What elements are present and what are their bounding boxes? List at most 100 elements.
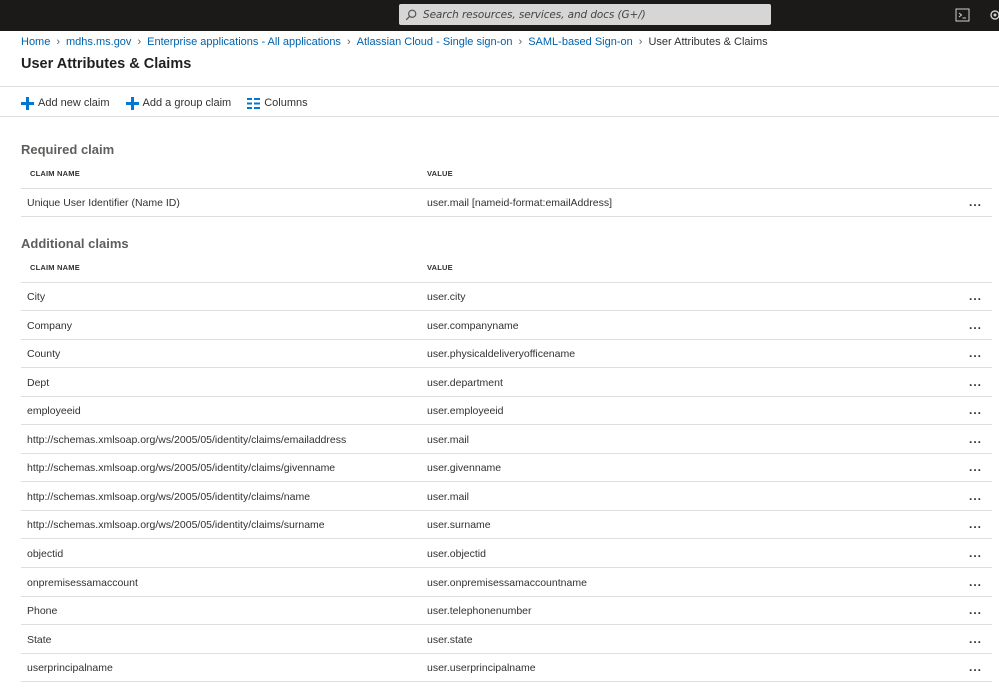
additional-claims-heading: Additional claims xyxy=(21,236,129,251)
claim-name: http://schemas.xmlsoap.org/ws/2005/05/id… xyxy=(27,491,311,503)
claim-name: employeeid xyxy=(27,405,81,417)
more-options-icon[interactable]: ... xyxy=(969,460,982,474)
claim-name: County xyxy=(27,348,61,360)
claim-name: City xyxy=(27,291,46,303)
add-new-claim-label: Add new claim xyxy=(38,97,110,109)
column-header-claim-name[interactable]: CLAIM NAME xyxy=(30,263,80,272)
table-row[interactable]: objectid user.objectid ... xyxy=(21,540,992,568)
claim-value: user.objectid xyxy=(427,548,486,560)
column-header-value[interactable]: VALUE xyxy=(427,263,453,272)
more-options-icon[interactable]: ... xyxy=(969,346,982,360)
table-row[interactable]: Unique User Identifier (Name ID) user.ma… xyxy=(21,189,992,217)
more-options-icon[interactable]: ... xyxy=(969,289,982,303)
chevron-right-icon: › xyxy=(518,36,523,48)
claim-value: user.companyname xyxy=(427,320,519,332)
claim-value: user.state xyxy=(427,634,473,646)
more-options-icon[interactable]: ... xyxy=(969,603,982,617)
column-header-value[interactable]: VALUE xyxy=(427,169,453,178)
claim-name: State xyxy=(27,634,52,646)
claim-value: user.employeeid xyxy=(427,405,504,417)
add-group-claim-button[interactable]: Add a group claim xyxy=(125,96,232,110)
claim-name: http://schemas.xmlsoap.org/ws/2005/05/id… xyxy=(27,519,325,531)
claim-value: user.mail [nameid-format:emailAddress] xyxy=(427,197,612,209)
more-options-icon[interactable]: ... xyxy=(969,517,982,531)
claim-name: Dept xyxy=(27,377,50,389)
row-divider xyxy=(21,310,992,311)
chevron-right-icon: › xyxy=(638,36,643,48)
breadcrumb-app-sso[interactable]: Atlassian Cloud - Single sign-on xyxy=(357,36,513,48)
column-header-claim-name[interactable]: CLAIM NAME xyxy=(30,169,80,178)
table-row[interactable]: Company user.companyname ... xyxy=(21,312,992,340)
settings-icon[interactable] xyxy=(988,8,999,22)
chevron-right-icon: › xyxy=(346,36,351,48)
table-row[interactable]: State user.state ... xyxy=(21,626,992,654)
claim-name: objectid xyxy=(27,548,64,560)
search-placeholder: Search resources, services, and docs (G+… xyxy=(423,8,646,21)
breadcrumb-home[interactable]: Home xyxy=(21,36,50,48)
global-search[interactable]: Search resources, services, and docs (G+… xyxy=(399,4,771,25)
claim-value: user.userprincipalname xyxy=(427,662,536,674)
claim-value: user.telephonenumber xyxy=(427,605,532,617)
row-divider xyxy=(21,624,992,625)
breadcrumb-current: User Attributes & Claims xyxy=(648,36,768,48)
claim-name: Unique User Identifier (Name ID) xyxy=(27,197,180,209)
breadcrumb: Home › mdhs.ms.gov › Enterprise applicat… xyxy=(21,35,768,49)
plus-icon xyxy=(21,96,34,110)
more-options-icon[interactable]: ... xyxy=(969,195,982,209)
table-row[interactable]: http://schemas.xmlsoap.org/ws/2005/05/id… xyxy=(21,511,992,539)
command-bar: Add new claim Add a group claim Columns xyxy=(21,95,324,111)
claim-value: user.physicaldeliveryofficename xyxy=(427,348,576,360)
claim-value: user.surname xyxy=(427,519,491,531)
claim-name: Phone xyxy=(27,605,58,617)
claim-name: Company xyxy=(27,320,72,332)
add-group-claim-label: Add a group claim xyxy=(142,97,232,109)
table-row[interactable]: Phone user.telephonenumber ... xyxy=(21,597,992,625)
table-row[interactable]: employeeid user.employeeid ... xyxy=(21,397,992,425)
row-divider xyxy=(21,216,992,217)
page-title: User Attributes & Claims xyxy=(21,56,192,72)
more-options-icon[interactable]: ... xyxy=(969,575,982,589)
divider xyxy=(0,116,999,117)
columns-label: Columns xyxy=(264,97,308,109)
columns-button[interactable]: Columns xyxy=(247,97,308,109)
more-options-icon[interactable]: ... xyxy=(969,318,982,332)
more-options-icon[interactable]: ... xyxy=(969,632,982,646)
table-row[interactable]: http://schemas.xmlsoap.org/ws/2005/05/id… xyxy=(21,454,992,482)
claim-name: http://schemas.xmlsoap.org/ws/2005/05/id… xyxy=(27,462,336,474)
claim-name: onpremisessamaccount xyxy=(27,577,138,589)
breadcrumb-tenant[interactable]: mdhs.ms.gov xyxy=(66,36,131,48)
table-row[interactable]: County user.physicaldeliveryofficename .… xyxy=(21,340,992,368)
more-options-icon[interactable]: ... xyxy=(969,432,982,446)
breadcrumb-saml-sign-on[interactable]: SAML-based Sign-on xyxy=(528,36,633,48)
claim-value: user.department xyxy=(427,377,503,389)
columns-icon xyxy=(247,97,261,109)
claim-value: user.city xyxy=(427,291,466,303)
table-row[interactable]: http://schemas.xmlsoap.org/ws/2005/05/id… xyxy=(21,483,992,511)
more-options-icon[interactable]: ... xyxy=(969,489,982,503)
row-divider xyxy=(21,538,992,539)
cloud-shell-icon[interactable] xyxy=(955,8,971,22)
more-options-icon[interactable]: ... xyxy=(969,660,982,674)
add-new-claim-button[interactable]: Add new claim xyxy=(21,96,110,110)
table-row[interactable]: onpremisessamaccount user.onpremisessama… xyxy=(21,569,992,597)
plus-icon xyxy=(125,96,139,110)
row-divider xyxy=(21,481,992,482)
claim-value: user.givenname xyxy=(427,462,502,474)
more-options-icon[interactable]: ... xyxy=(969,375,982,389)
required-claim-heading: Required claim xyxy=(21,142,115,157)
more-options-icon[interactable]: ... xyxy=(969,403,982,417)
table-row[interactable]: Dept user.department ... xyxy=(21,369,992,397)
table-row[interactable]: userprincipalname user.userprincipalname… xyxy=(21,654,992,682)
more-options-icon[interactable]: ... xyxy=(969,546,982,560)
top-bar: Search resources, services, and docs (G+… xyxy=(0,0,999,31)
divider xyxy=(0,86,999,87)
claim-name: http://schemas.xmlsoap.org/ws/2005/05/id… xyxy=(27,434,347,446)
breadcrumb-enterprise-apps[interactable]: Enterprise applications - All applicatio… xyxy=(147,36,341,48)
search-icon xyxy=(405,9,417,20)
chevron-right-icon: › xyxy=(137,36,142,48)
row-divider xyxy=(21,424,992,425)
top-icons xyxy=(955,0,999,31)
table-row[interactable]: City user.city ... xyxy=(21,283,992,311)
row-divider xyxy=(21,367,992,368)
table-row[interactable]: http://schemas.xmlsoap.org/ws/2005/05/id… xyxy=(21,426,992,454)
